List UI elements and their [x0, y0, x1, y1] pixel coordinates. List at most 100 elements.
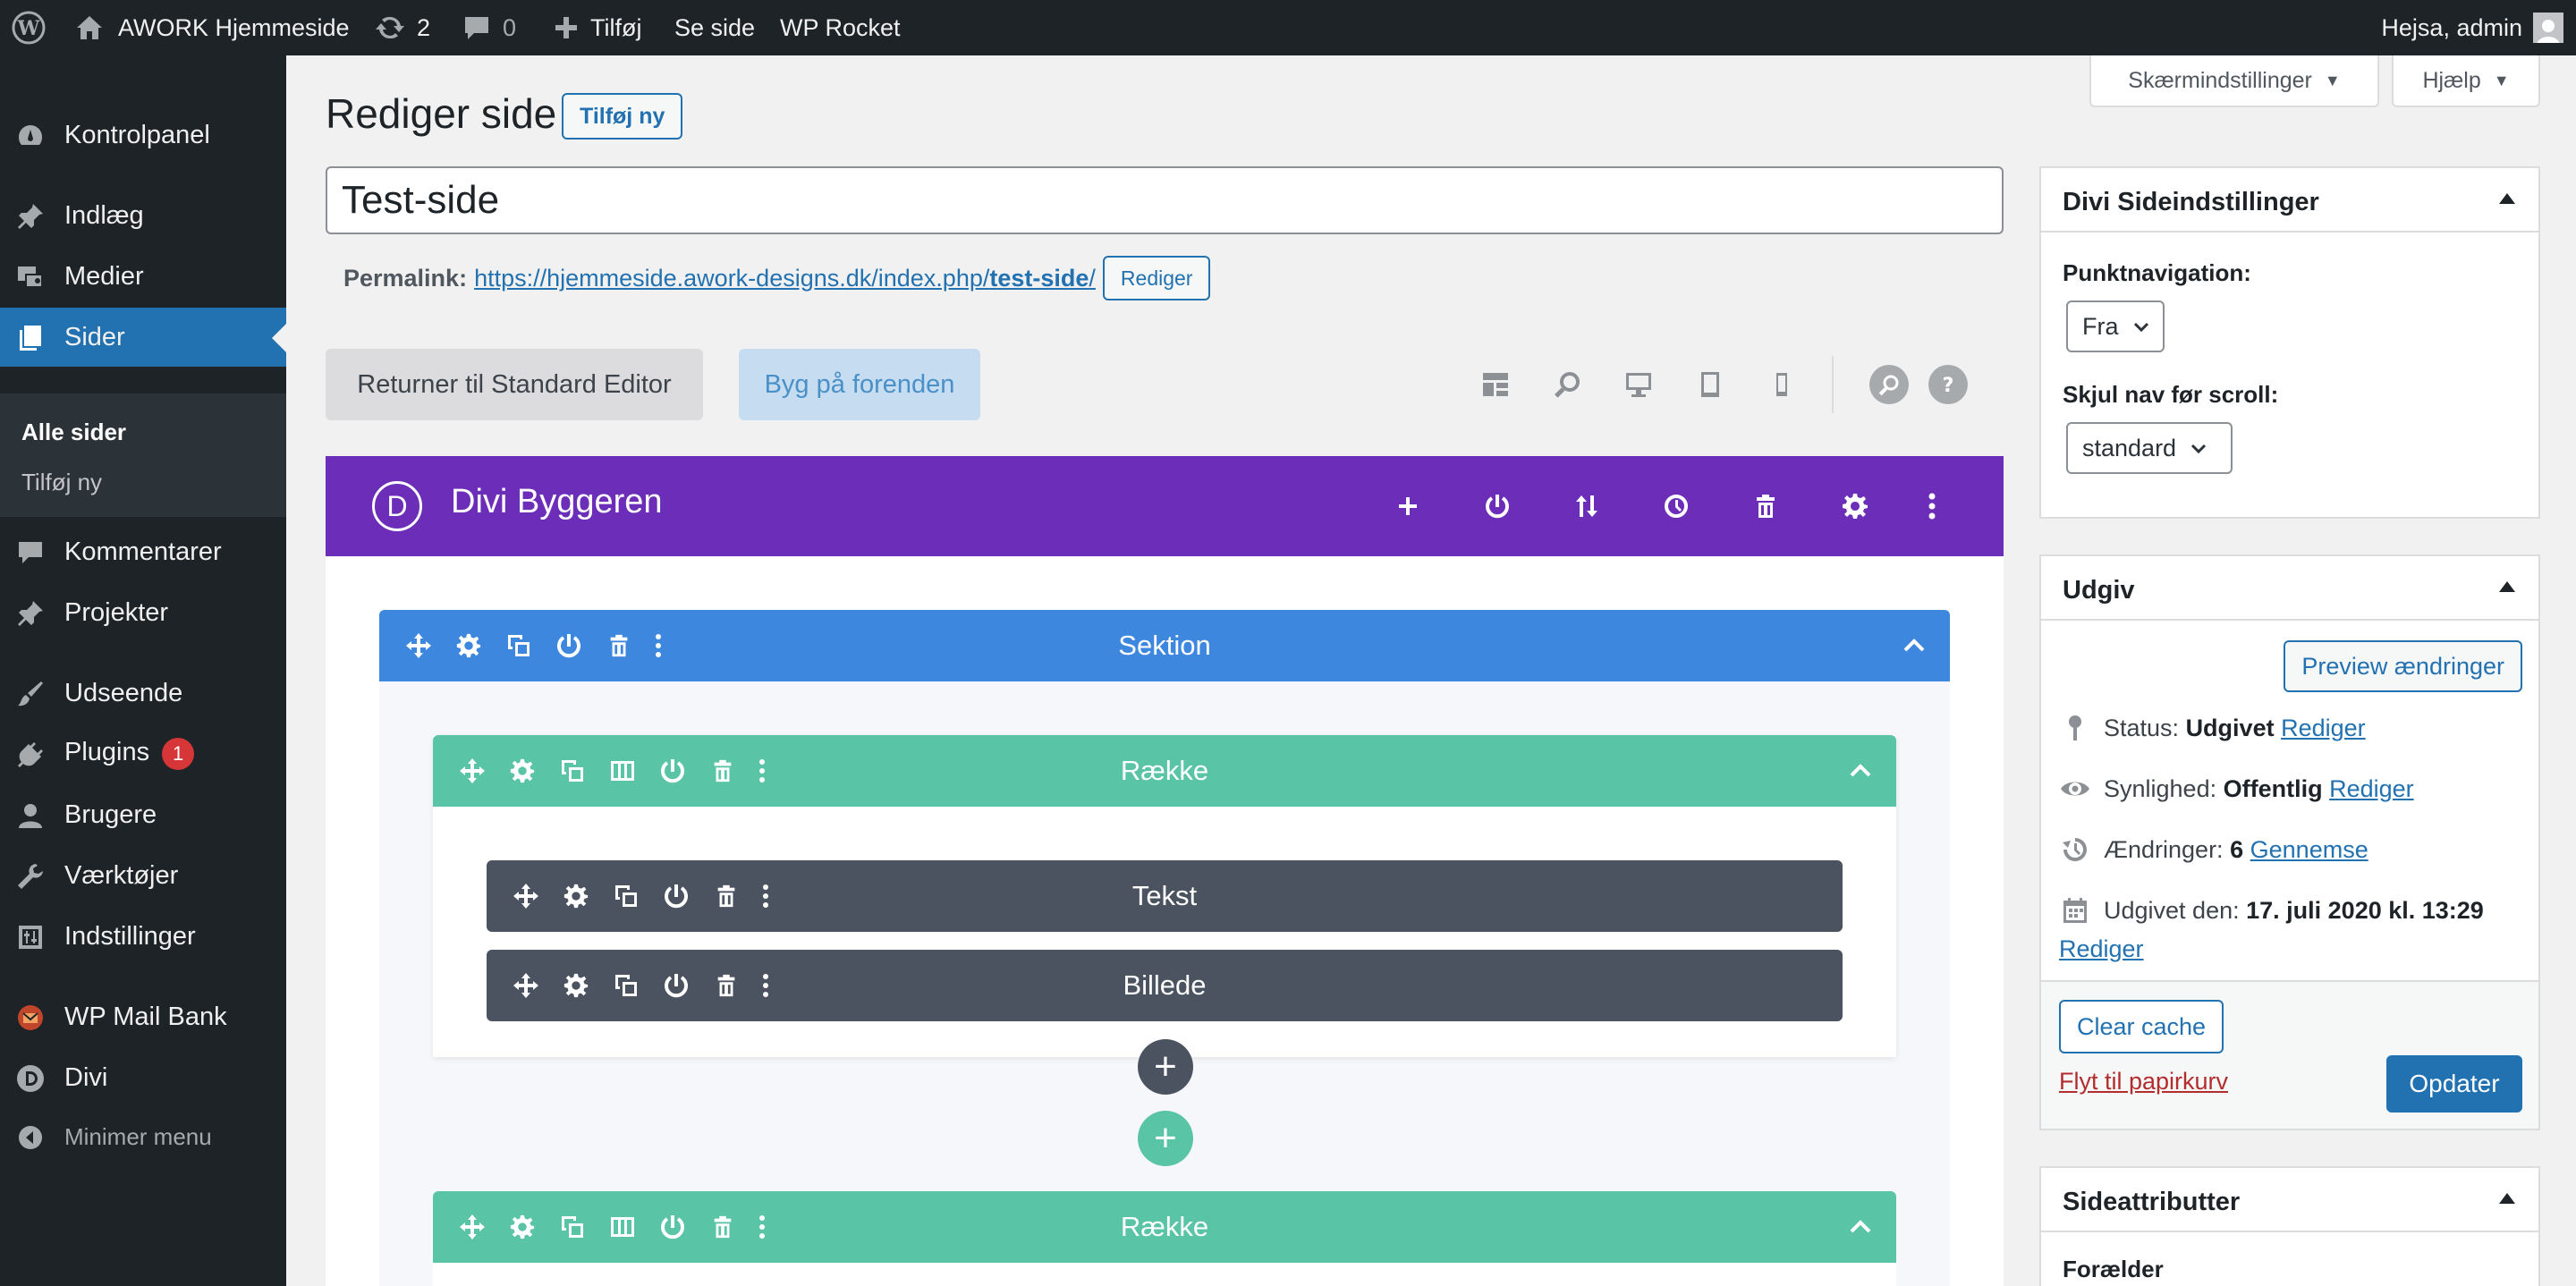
- toggle-arrow-icon[interactable]: [2499, 1193, 2515, 1204]
- row-bar[interactable]: Række: [433, 735, 1896, 807]
- move-icon[interactable]: [453, 1207, 492, 1247]
- menu-item-media[interactable]: Medier: [0, 247, 286, 306]
- trash-icon[interactable]: [703, 751, 742, 791]
- menu-item-posts[interactable]: Indlæg: [0, 186, 286, 245]
- visibility-edit-link[interactable]: Rediger: [2329, 775, 2414, 803]
- menu-item-divi[interactable]: Divi: [0, 1048, 286, 1107]
- power-icon[interactable]: [657, 876, 696, 916]
- menu-item-settings[interactable]: Indstillinger: [0, 907, 286, 966]
- menu-item-comments[interactable]: Kommentarer: [0, 522, 286, 581]
- menu-item-wp-mail-bank[interactable]: WP Mail Bank: [0, 987, 286, 1046]
- more-icon[interactable]: [753, 1207, 771, 1247]
- move-icon[interactable]: [506, 876, 546, 916]
- more-icon[interactable]: [757, 876, 775, 916]
- page-attributes-header[interactable]: Sideattributter: [2041, 1168, 2538, 1232]
- trash-icon[interactable]: [599, 626, 639, 665]
- build-frontend-button[interactable]: Byg på forenden: [739, 349, 980, 420]
- status-edit-link[interactable]: Rediger: [2281, 715, 2366, 742]
- permalink-edit-button[interactable]: Rediger: [1102, 256, 1211, 300]
- page-title-input[interactable]: Test-side: [326, 166, 2004, 234]
- duplicate-icon[interactable]: [606, 876, 646, 916]
- more-icon[interactable]: [753, 751, 771, 791]
- wp-rocket-link[interactable]: WP Rocket: [780, 0, 901, 55]
- more-options-icon[interactable]: [1912, 486, 1952, 526]
- menu-item-pages[interactable]: Sider: [0, 308, 286, 367]
- trash-icon[interactable]: [703, 1207, 742, 1247]
- dot-nav-select[interactable]: Fra: [2066, 300, 2165, 352]
- new-content-link[interactable]: Tilføj: [553, 0, 641, 55]
- chevron-up-icon[interactable]: [1848, 1214, 1873, 1239]
- chevron-up-icon[interactable]: [1848, 758, 1873, 783]
- duplicate-icon[interactable]: [606, 966, 646, 1005]
- screen-options-button[interactable]: Skærmindstillinger ▼: [2089, 55, 2379, 107]
- permalink-url[interactable]: https://hjemmeside.awork-designs.dk/inde…: [474, 265, 1096, 292]
- settings-gear-icon[interactable]: [1835, 486, 1875, 526]
- menu-item-collapse[interactable]: Minimer menu: [0, 1107, 286, 1166]
- view-page-link[interactable]: Se side: [674, 0, 755, 55]
- gear-icon[interactable]: [556, 876, 596, 916]
- portability-icon[interactable]: [1478, 486, 1517, 526]
- my-account-link[interactable]: Hejsa, admin: [2381, 0, 2563, 55]
- history-icon[interactable]: [1657, 486, 1696, 526]
- desktop-icon[interactable]: [1619, 365, 1658, 404]
- menu-item-tools[interactable]: Værktøjer: [0, 846, 286, 905]
- move-icon[interactable]: [399, 626, 438, 665]
- power-icon[interactable]: [657, 966, 696, 1005]
- preview-changes-button[interactable]: Preview ændringer: [2284, 640, 2522, 692]
- power-icon[interactable]: [549, 626, 589, 665]
- menu-item-dashboard[interactable]: Kontrolpanel: [0, 106, 286, 165]
- gear-icon[interactable]: [556, 966, 596, 1005]
- help-button[interactable]: Hjælp ▼: [2392, 55, 2540, 107]
- menu-item-projects[interactable]: Projekter: [0, 583, 286, 642]
- submenu-all-pages[interactable]: Alle sider: [21, 419, 126, 446]
- toggle-arrow-icon[interactable]: [2499, 193, 2515, 204]
- columns-icon[interactable]: [603, 1207, 642, 1247]
- move-icon[interactable]: [453, 751, 492, 791]
- row-bar[interactable]: Række: [433, 1191, 1896, 1263]
- zoom-icon[interactable]: [1547, 365, 1587, 404]
- module-bar-text[interactable]: Tekst: [487, 860, 1843, 932]
- menu-item-appearance[interactable]: Udseende: [0, 664, 286, 723]
- browse-revisions-link[interactable]: Gennemse: [2250, 836, 2368, 864]
- site-name-link[interactable]: AWORK Hjemmeside: [75, 0, 350, 55]
- more-icon[interactable]: [649, 626, 667, 665]
- add-row-button[interactable]: +: [1138, 1111, 1193, 1166]
- columns-icon[interactable]: [603, 751, 642, 791]
- gear-icon[interactable]: [503, 1207, 542, 1247]
- divi-page-settings-header[interactable]: Divi Sideindstillinger: [2041, 168, 2538, 233]
- section-bar[interactable]: Sektion: [379, 610, 1950, 681]
- publish-header[interactable]: Udgiv: [2041, 556, 2538, 621]
- duplicate-icon[interactable]: [553, 1207, 592, 1247]
- gear-icon[interactable]: [503, 751, 542, 791]
- menu-item-users[interactable]: Brugere: [0, 785, 286, 844]
- return-standard-editor-button[interactable]: Returner til Standard Editor: [326, 349, 703, 420]
- menu-item-plugins[interactable]: Plugins 1: [0, 724, 286, 783]
- add-module-button[interactable]: +: [1138, 1039, 1193, 1095]
- trash-icon[interactable]: [707, 966, 746, 1005]
- add-layout-icon[interactable]: [1388, 486, 1428, 526]
- power-icon[interactable]: [653, 1207, 692, 1247]
- move-icon[interactable]: [506, 966, 546, 1005]
- wordpress-logo-icon[interactable]: W: [11, 0, 47, 55]
- tablet-icon[interactable]: [1690, 365, 1730, 404]
- module-bar-image[interactable]: Billede: [487, 950, 1843, 1021]
- sort-icon[interactable]: [1567, 486, 1606, 526]
- published-edit-link[interactable]: Rediger: [2059, 935, 2144, 963]
- updates-link[interactable]: 2: [374, 0, 430, 55]
- submenu-add-new[interactable]: Tilføj ny: [21, 469, 102, 496]
- move-to-trash-link[interactable]: Flyt til papirkurv: [2059, 1068, 2228, 1096]
- phone-icon[interactable]: [1762, 365, 1801, 404]
- more-icon[interactable]: [757, 966, 775, 1005]
- trash-icon[interactable]: [707, 876, 746, 916]
- layout-icon[interactable]: [1476, 365, 1515, 404]
- trash-icon[interactable]: [1746, 486, 1785, 526]
- toggle-arrow-icon[interactable]: [2499, 581, 2515, 592]
- update-button[interactable]: Opdater: [2386, 1055, 2522, 1113]
- help-icon[interactable]: ?: [1928, 365, 1968, 404]
- duplicate-icon[interactable]: [499, 626, 538, 665]
- duplicate-icon[interactable]: [553, 751, 592, 791]
- search-icon[interactable]: [1869, 365, 1909, 404]
- add-new-page-button[interactable]: Tilføj ny: [562, 93, 683, 140]
- gear-icon[interactable]: [449, 626, 488, 665]
- clear-cache-button[interactable]: Clear cache: [2059, 1000, 2224, 1053]
